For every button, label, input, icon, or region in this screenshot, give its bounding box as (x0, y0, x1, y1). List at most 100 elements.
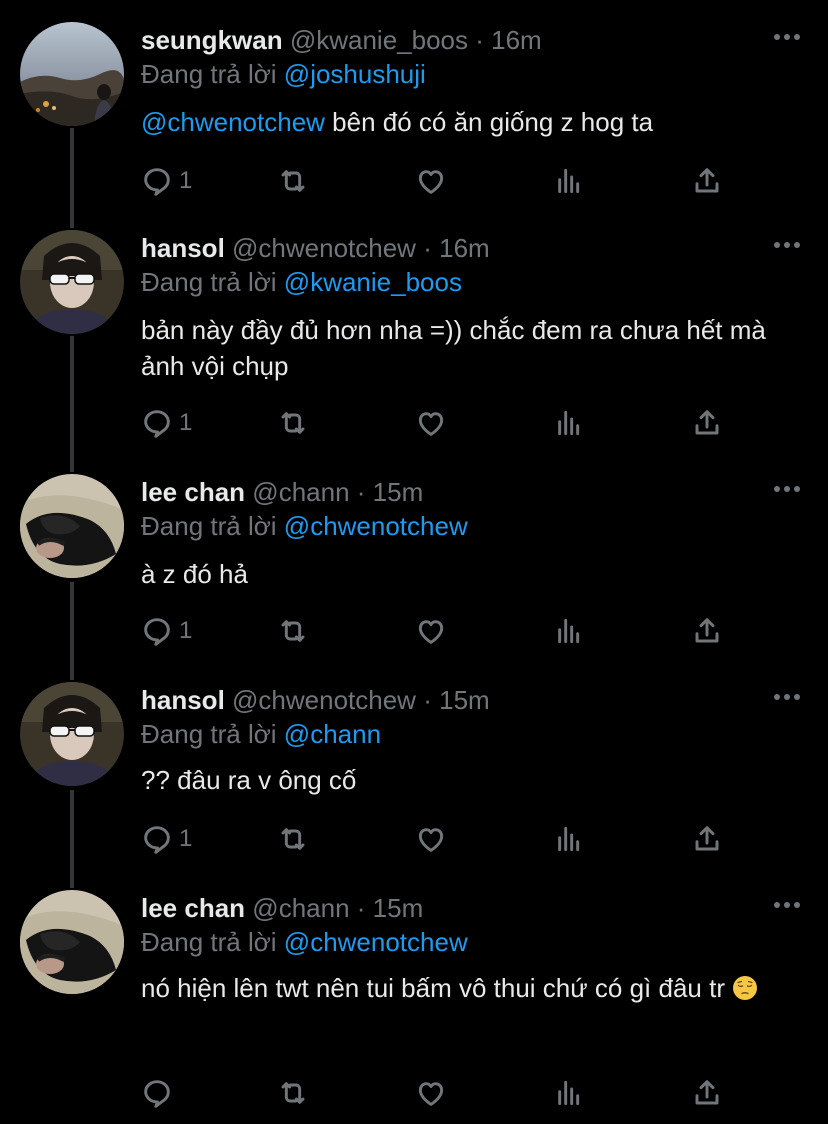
retweet-button[interactable] (277, 1076, 309, 1110)
more-icon[interactable] (774, 242, 800, 250)
timestamp[interactable]: 16m (439, 233, 490, 263)
heart-icon (418, 620, 444, 644)
heart-icon (418, 170, 444, 194)
like-button[interactable] (415, 406, 447, 440)
more-icon[interactable] (774, 902, 800, 910)
user-handle[interactable]: @chann (252, 477, 349, 507)
like-button[interactable] (415, 1076, 447, 1110)
avatar[interactable] (20, 682, 124, 786)
share-icon (695, 618, 719, 643)
user-handle[interactable]: @chwenotchew (232, 233, 416, 263)
user-handle[interactable]: @chann (252, 893, 349, 923)
replying-mention[interactable]: @chwenotchew (284, 511, 468, 541)
display-name[interactable]: lee chan (141, 893, 245, 923)
retweet-button[interactable] (277, 614, 309, 648)
action-bar: 1 (141, 406, 741, 440)
replying-mention[interactable]: @kwanie_boos (284, 267, 462, 297)
display-name[interactable]: hansol (141, 233, 225, 263)
tweet-text: ?? đâu ra v ông cố (141, 762, 811, 798)
reply-count: 1 (179, 167, 193, 194)
share-button[interactable] (691, 406, 723, 440)
user-handle[interactable]: @chwenotchew (232, 685, 416, 715)
user-handle[interactable]: @kwanie_boos (290, 25, 468, 55)
retweet-button[interactable] (277, 164, 309, 198)
avatar[interactable] (20, 22, 124, 126)
retweet-button[interactable] (277, 406, 309, 440)
stats-button[interactable] (553, 406, 585, 440)
reply-button[interactable]: 1 (141, 406, 192, 440)
tweet[interactable]: seungkwan @kwanie_boos · 16m Đang trả lờ… (0, 22, 828, 212)
tweet-body-text: nó hiện lên twt nên tui bấm vô thui chứ … (141, 973, 725, 1003)
avatar[interactable] (20, 230, 124, 334)
avatar[interactable] (20, 474, 124, 578)
tweet-body-text: ?? đâu ra v ông cố (141, 765, 357, 795)
reply-button[interactable]: 1 (141, 164, 192, 198)
tweet[interactable]: lee chan @chann · 15m Đang trả lời @chwe… (0, 474, 828, 664)
tweet-text: nó hiện lên twt nên tui bấm vô thui chứ … (141, 970, 811, 1006)
more-icon[interactable] (774, 486, 800, 494)
stats-icon (558, 826, 580, 852)
mention-link[interactable]: @chwenotchew (141, 107, 325, 137)
reply-button[interactable] (141, 1076, 179, 1110)
reply-button[interactable]: 1 (141, 614, 192, 648)
reply-icon (144, 1080, 170, 1108)
tweet-text: bản này đầy đủ hơn nha =)) chắc đem ra c… (141, 312, 811, 384)
tweet[interactable]: lee chan @chann · 15m Đang trả lời @chwe… (0, 890, 828, 1124)
like-button[interactable] (415, 164, 447, 198)
stats-icon (558, 410, 580, 436)
stats-icon (558, 168, 580, 194)
replying-mention[interactable]: @chwenotchew (284, 927, 468, 957)
stats-button[interactable] (553, 164, 585, 198)
tweet-text: à z đó hả (141, 556, 811, 592)
separator-dot: · (423, 233, 432, 263)
share-button[interactable] (691, 164, 723, 198)
retweet-icon (281, 412, 305, 434)
retweet-icon (281, 1082, 305, 1104)
reply-icon (144, 826, 170, 854)
timestamp[interactable]: 15m (373, 893, 424, 923)
replying-label: Đang trả lời (141, 59, 277, 89)
pensive-face-emoji (733, 976, 758, 1000)
timestamp[interactable]: 15m (373, 477, 424, 507)
tweet-header: seungkwan @kwanie_boos · 16m (141, 24, 828, 56)
stats-button[interactable] (553, 822, 585, 856)
timestamp[interactable]: 15m (439, 685, 490, 715)
like-button[interactable] (415, 614, 447, 648)
display-name[interactable]: seungkwan (141, 25, 283, 55)
share-icon (695, 410, 719, 435)
tweet[interactable]: hansol @chwenotchew · 16m Đang trả lời @… (0, 230, 828, 460)
replying-label: Đang trả lời (141, 267, 277, 297)
tweet-header: lee chan @chann · 15m (141, 892, 828, 924)
display-name[interactable]: hansol (141, 685, 225, 715)
display-name[interactable]: lee chan (141, 477, 245, 507)
reply-icon (144, 618, 170, 646)
timestamp[interactable]: 16m (491, 25, 542, 55)
stats-button[interactable] (553, 1076, 585, 1110)
retweet-icon (281, 828, 305, 850)
share-button[interactable] (691, 1076, 723, 1110)
stats-button[interactable] (553, 614, 585, 648)
replying-mention[interactable]: @chann (284, 719, 381, 749)
retweet-button[interactable] (277, 822, 309, 856)
like-button[interactable] (415, 822, 447, 856)
replying-to: Đang trả lời @chwenotchew (141, 510, 468, 542)
replying-to: Đang trả lời @joshushuji (141, 58, 426, 90)
tweet-body-text: bản này đầy đủ hơn nha =)) chắc đem ra c… (141, 315, 766, 381)
more-icon[interactable] (774, 694, 800, 702)
retweet-icon (281, 620, 305, 642)
reply-button[interactable]: 1 (141, 822, 192, 856)
tweet-body-text: bên đó có ăn giống z hog ta (324, 107, 654, 137)
reply-count: 1 (179, 825, 193, 852)
replying-mention[interactable]: @joshushuji (284, 59, 426, 89)
more-icon[interactable] (774, 34, 800, 42)
share-button[interactable] (691, 614, 723, 648)
reply-count: 1 (179, 617, 193, 644)
avatar[interactable] (20, 890, 124, 994)
stats-icon (558, 618, 580, 644)
tweet[interactable]: hansol @chwenotchew · 15m Đang trả lời @… (0, 682, 828, 872)
reply-icon (144, 168, 170, 196)
share-button[interactable] (691, 822, 723, 856)
separator-dot: · (356, 477, 366, 507)
stats-icon (558, 1080, 580, 1106)
heart-icon (418, 412, 444, 436)
